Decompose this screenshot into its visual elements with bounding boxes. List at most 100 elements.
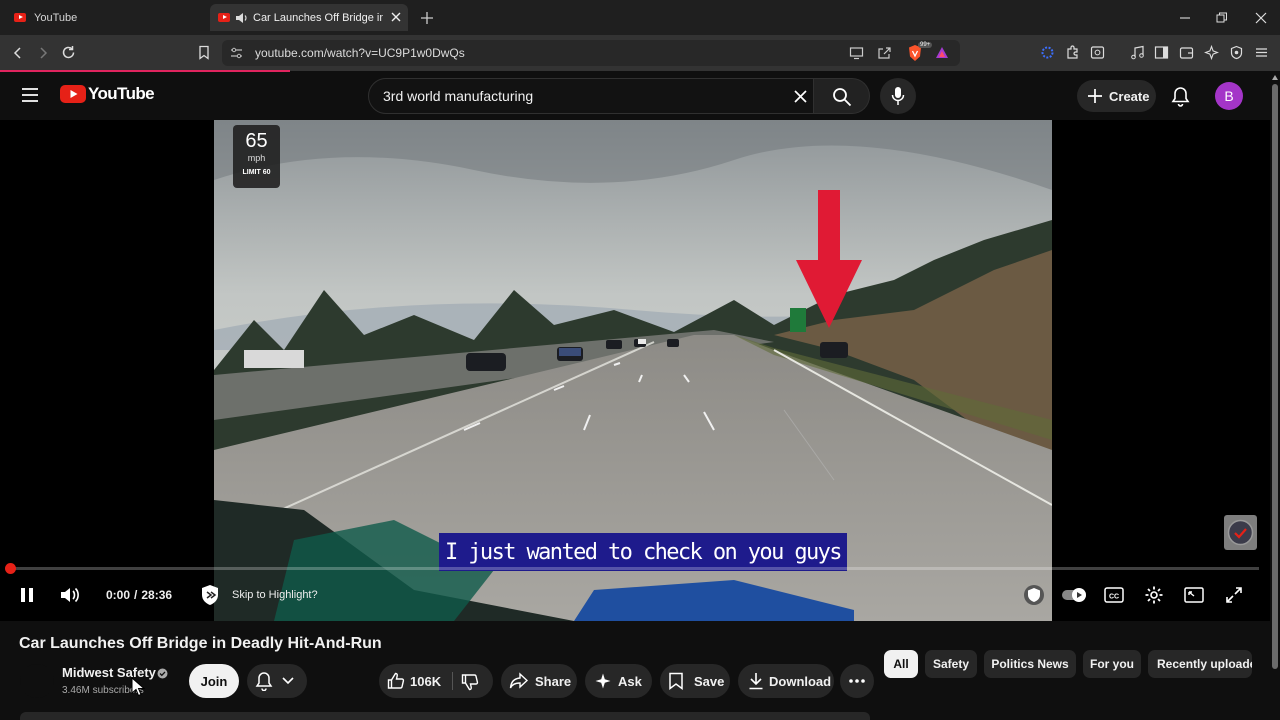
tab-video[interactable]: Car Launches Off Bridge in De xyxy=(210,4,408,31)
download-icon xyxy=(749,673,763,690)
sponsorblock-shield-icon[interactable] xyxy=(199,584,221,606)
volume-icon[interactable] xyxy=(59,585,81,605)
create-button[interactable]: Create xyxy=(1077,80,1156,112)
address-bar[interactable]: youtube.com/watch?v=UC9P1w0DwQs 99+ xyxy=(222,40,960,66)
bell-icon xyxy=(255,672,273,691)
plus-icon xyxy=(1088,89,1102,103)
watermark-logo-icon xyxy=(1227,519,1254,546)
youtube-logo[interactable]: YouTube xyxy=(60,84,155,104)
youtube-logo-text: YouTube xyxy=(88,84,155,103)
channel-avatar[interactable] xyxy=(20,664,54,698)
miniplayer-icon[interactable] xyxy=(1184,586,1204,604)
guide-menu-icon[interactable] xyxy=(21,87,39,103)
youtube-favicon-icon xyxy=(14,13,26,22)
sidebar-icon[interactable] xyxy=(1154,45,1169,60)
chip-label: Politics News xyxy=(991,657,1069,671)
wallet-icon[interactable] xyxy=(1179,45,1194,60)
join-button[interactable]: Join xyxy=(189,664,239,698)
more-horizontal-icon xyxy=(849,679,865,683)
progress-bar[interactable] xyxy=(11,567,1259,570)
like-count[interactable]: 106K xyxy=(410,674,441,689)
time-total: 28:36 xyxy=(141,588,173,602)
more-actions-button[interactable] xyxy=(840,664,874,698)
page-scrollbar[interactable] xyxy=(1270,72,1280,720)
cast-icon[interactable] xyxy=(849,46,864,60)
notifications-icon[interactable] xyxy=(1171,86,1190,107)
subtitles-icon[interactable]: CC xyxy=(1104,586,1124,604)
share-button[interactable]: Share xyxy=(501,664,577,698)
tab-title: YouTube xyxy=(34,11,78,24)
bookmark-save-icon xyxy=(669,672,683,690)
time-separator: / xyxy=(134,588,138,602)
ask-label: Ask xyxy=(618,674,642,689)
audio-playing-icon[interactable] xyxy=(235,12,249,24)
svg-text:CC: CC xyxy=(1109,594,1119,601)
like-icon[interactable] xyxy=(387,672,405,690)
sponsorblock-icon[interactable] xyxy=(1023,584,1045,606)
like-dislike-group: 106K xyxy=(379,664,493,698)
share-icon xyxy=(509,672,529,689)
download-label: Download xyxy=(769,674,832,689)
brave-rewards-icon[interactable] xyxy=(935,46,949,60)
subscribe-notifications-button[interactable] xyxy=(247,664,307,698)
skip-to-highlight-button[interactable]: Skip to Highlight? xyxy=(232,589,318,601)
search-input[interactable]: 3rd world manufacturing xyxy=(368,78,814,114)
time-display: 0:00 / 28:36 xyxy=(106,588,172,602)
vpn-icon[interactable] xyxy=(1229,45,1244,60)
new-tab-icon[interactable] xyxy=(420,11,434,25)
restore-icon[interactable] xyxy=(1215,11,1229,25)
leo-assistant-icon[interactable] xyxy=(1204,45,1219,60)
browser-tab-strip: YouTube Car Launches Off Bridge in De xyxy=(0,0,1280,35)
channel-watermark[interactable] xyxy=(1224,515,1257,550)
site-settings-icon[interactable] xyxy=(230,47,243,59)
leo-ai-icon[interactable] xyxy=(1040,45,1055,60)
chip-safety[interactable]: Safety xyxy=(925,650,977,678)
dislike-icon[interactable] xyxy=(461,673,479,691)
pause-icon[interactable] xyxy=(18,586,36,604)
ask-button[interactable]: Ask xyxy=(585,664,652,698)
share-page-icon[interactable] xyxy=(877,46,892,60)
autoplay-toggle-icon[interactable] xyxy=(1061,586,1087,604)
video-player[interactable]: 65 mph LIMIT 60 I just wanted to check o… xyxy=(0,120,1270,621)
browser-toolbar: youtube.com/watch?v=UC9P1w0DwQs 99+ xyxy=(0,35,1280,71)
scrubber-handle[interactable] xyxy=(5,563,16,574)
save-button[interactable]: Save xyxy=(660,664,730,698)
minimize-icon[interactable] xyxy=(1178,11,1192,25)
screenshot-extension-icon[interactable] xyxy=(1090,45,1105,60)
microphone-icon xyxy=(891,87,905,105)
search-button[interactable] xyxy=(814,78,870,114)
menu-icon[interactable] xyxy=(1254,45,1269,60)
chip-all[interactable]: All xyxy=(884,650,918,678)
chevron-down-icon xyxy=(282,677,294,685)
close-tab-icon[interactable] xyxy=(390,11,402,23)
forward-icon[interactable] xyxy=(36,46,50,60)
settings-gear-icon[interactable] xyxy=(1144,585,1164,605)
create-label: Create xyxy=(1109,89,1150,104)
speed-limit: LIMIT 60 xyxy=(242,169,271,176)
search-icon xyxy=(833,88,852,107)
youtube-favicon-icon xyxy=(218,13,230,22)
tab-youtube[interactable]: YouTube xyxy=(6,4,206,31)
chip-recently-uploaded[interactable]: Recently uploade xyxy=(1148,650,1252,678)
video-title: Car Launches Off Bridge in Deadly Hit-An… xyxy=(19,635,382,652)
speed-overlay: 65 mph LIMIT 60 xyxy=(233,125,280,188)
close-window-icon[interactable] xyxy=(1254,11,1268,25)
reload-icon[interactable] xyxy=(61,45,76,60)
voice-search-button[interactable] xyxy=(880,78,916,114)
description-box[interactable] xyxy=(20,712,870,720)
scroll-up-icon[interactable] xyxy=(1272,75,1278,80)
download-button[interactable]: Download xyxy=(738,664,834,698)
chip-politics-news[interactable]: Politics News xyxy=(984,650,1076,678)
back-icon[interactable] xyxy=(11,46,25,60)
avatar[interactable]: B xyxy=(1215,82,1243,110)
chip-for-you[interactable]: For you xyxy=(1083,650,1141,678)
sparkle-icon xyxy=(595,673,611,689)
scrollbar-thumb[interactable] xyxy=(1272,84,1278,669)
bookmark-icon[interactable] xyxy=(197,45,211,60)
clear-search-icon[interactable] xyxy=(793,89,808,104)
extensions-icon[interactable] xyxy=(1065,45,1080,60)
chip-label: Recently uploade xyxy=(1157,657,1252,671)
verified-badge-icon xyxy=(157,668,168,679)
media-playlist-icon[interactable] xyxy=(1130,45,1145,60)
fullscreen-icon[interactable] xyxy=(1225,586,1243,604)
